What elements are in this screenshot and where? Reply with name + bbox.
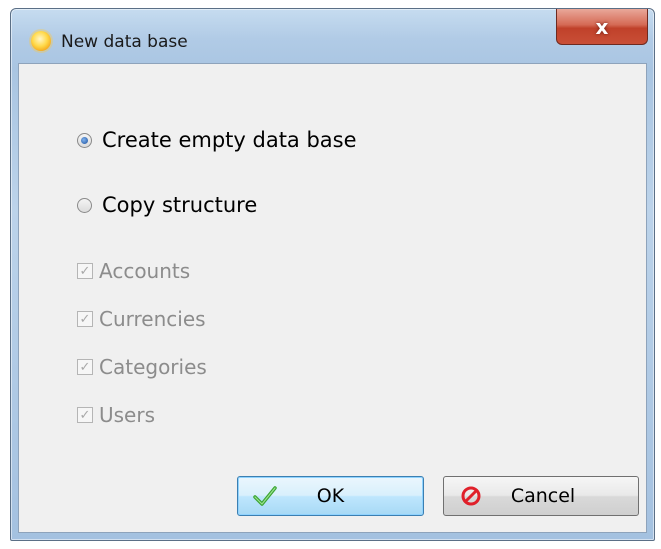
checkbox-icon[interactable]: ✓ bbox=[77, 263, 93, 279]
title-bar[interactable]: New data base x bbox=[11, 9, 654, 63]
radio-copy-structure[interactable]: Copy structure bbox=[77, 193, 257, 217]
checkbox-accounts-label: Accounts bbox=[99, 259, 191, 283]
checkbox-users[interactable]: ✓ Users bbox=[77, 403, 155, 427]
radio-button-icon[interactable] bbox=[77, 132, 92, 148]
cancel-button[interactable]: Cancel bbox=[443, 476, 639, 516]
radio-button-icon[interactable] bbox=[77, 197, 92, 213]
ok-button-label: OK bbox=[316, 485, 345, 507]
checkmark-icon bbox=[252, 483, 278, 509]
close-icon: x bbox=[595, 14, 609, 39]
ok-button[interactable]: OK bbox=[237, 476, 424, 516]
checkbox-icon[interactable]: ✓ bbox=[77, 407, 93, 423]
checkbox-currencies[interactable]: ✓ Currencies bbox=[77, 307, 206, 331]
checkbox-icon[interactable]: ✓ bbox=[77, 311, 93, 327]
window-title: New data base bbox=[61, 32, 188, 52]
dialog-window: New data base x Create empty data base C… bbox=[10, 8, 655, 541]
checkbox-accounts[interactable]: ✓ Accounts bbox=[77, 259, 190, 283]
dialog-content: Create empty data base Copy structure ✓ … bbox=[18, 63, 647, 533]
cancel-button-label: Cancel bbox=[510, 485, 576, 507]
radio-create-empty[interactable]: Create empty data base bbox=[77, 128, 357, 152]
sun-icon bbox=[28, 28, 54, 54]
checkbox-currencies-label: Currencies bbox=[99, 307, 206, 331]
checkbox-categories[interactable]: ✓ Categories bbox=[77, 355, 207, 379]
radio-create-empty-label: Create empty data base bbox=[102, 128, 357, 152]
checkbox-icon[interactable]: ✓ bbox=[77, 359, 93, 375]
checkbox-categories-label: Categories bbox=[99, 355, 207, 379]
close-button[interactable]: x bbox=[556, 9, 648, 45]
radio-copy-structure-label: Copy structure bbox=[102, 193, 258, 217]
checkbox-users-label: Users bbox=[99, 403, 156, 427]
prohibited-icon bbox=[458, 483, 484, 509]
